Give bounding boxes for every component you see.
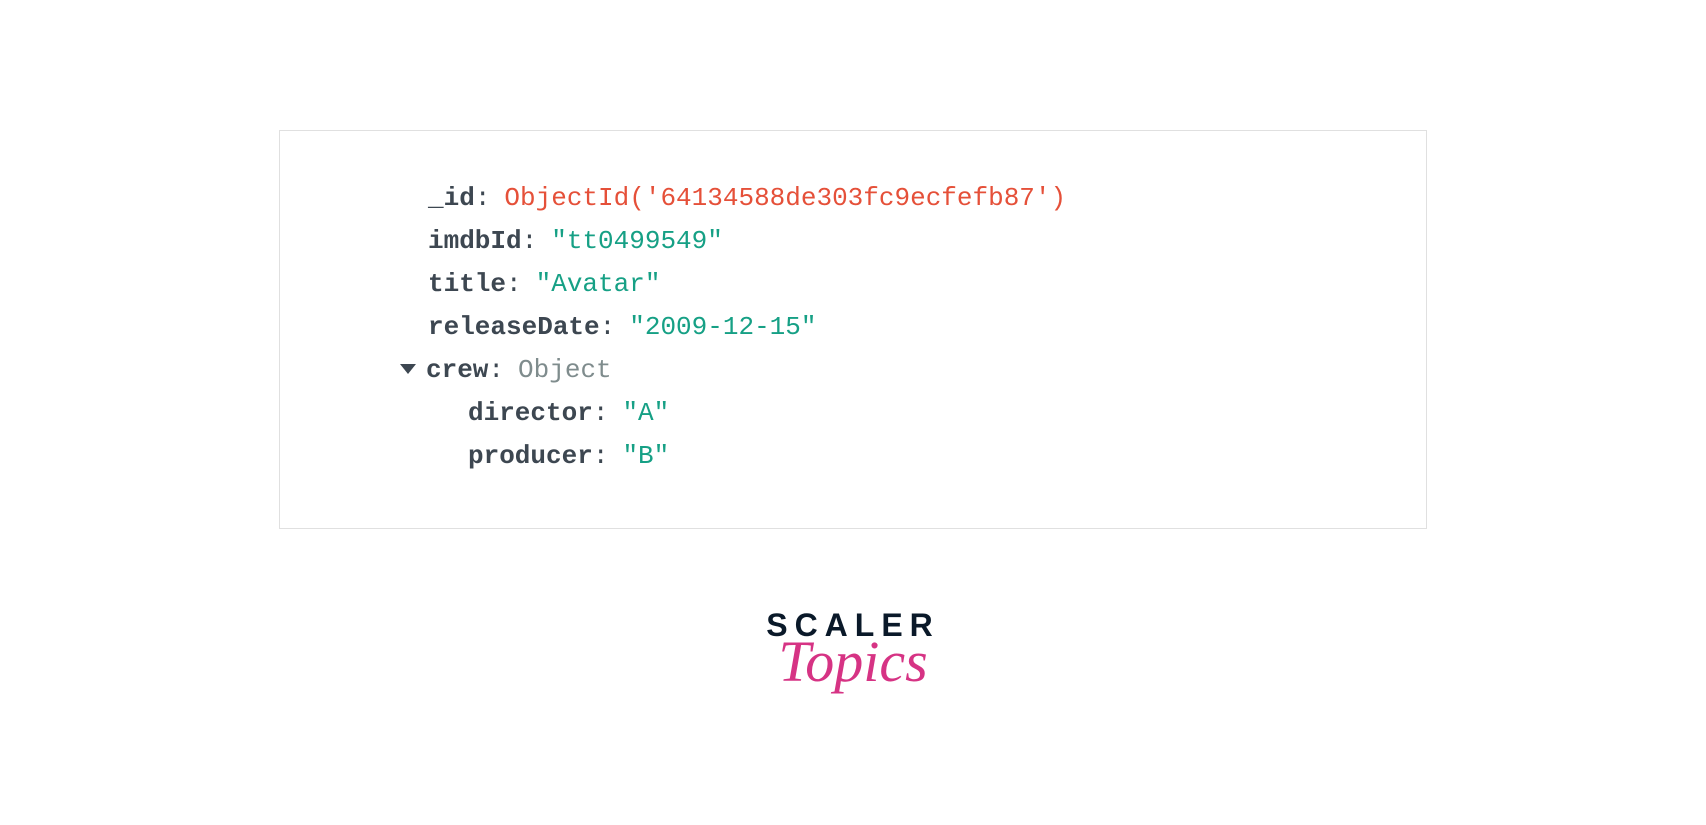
field-key: title (428, 265, 506, 304)
field-key: crew (426, 351, 488, 390)
field-row-producer[interactable]: producer: "B" (400, 437, 1426, 476)
field-value: Object (518, 351, 612, 390)
field-colon: : (506, 265, 522, 304)
field-colon: : (593, 394, 609, 433)
field-colon: : (600, 308, 616, 347)
field-row-title[interactable]: title: "Avatar" (400, 265, 1426, 304)
field-value: "A" (622, 394, 669, 433)
field-colon: : (522, 222, 538, 261)
field-colon: : (475, 179, 491, 218)
field-row-releasedate[interactable]: releaseDate: "2009-12-15" (400, 308, 1426, 347)
field-value: ObjectId('64134588de303fc9ecfefb87') (504, 179, 1066, 218)
field-value: "B" (622, 437, 669, 476)
field-row-id[interactable]: _id: ObjectId('64134588de303fc9ecfefb87'… (400, 179, 1426, 218)
field-row-imdbid[interactable]: imdbId: "tt0499549" (400, 222, 1426, 261)
field-colon: : (593, 437, 609, 476)
field-key: producer (468, 437, 593, 476)
field-key: director (468, 394, 593, 433)
field-colon: : (488, 351, 504, 390)
logo: SCALER Topics (766, 607, 940, 695)
document-viewer: _id: ObjectId('64134588de303fc9ecfefb87'… (279, 130, 1427, 529)
field-value: "2009-12-15" (629, 308, 816, 347)
chevron-down-icon[interactable] (400, 364, 416, 374)
field-value: "tt0499549" (551, 222, 723, 261)
logo-topics-text: Topics (778, 628, 927, 695)
field-key: _id (428, 179, 475, 218)
field-key: imdbId (428, 222, 522, 261)
field-row-director[interactable]: director: "A" (400, 394, 1426, 433)
field-value: "Avatar" (536, 265, 661, 304)
field-row-crew[interactable]: crew: Object (400, 351, 1426, 390)
field-key: releaseDate (428, 308, 600, 347)
